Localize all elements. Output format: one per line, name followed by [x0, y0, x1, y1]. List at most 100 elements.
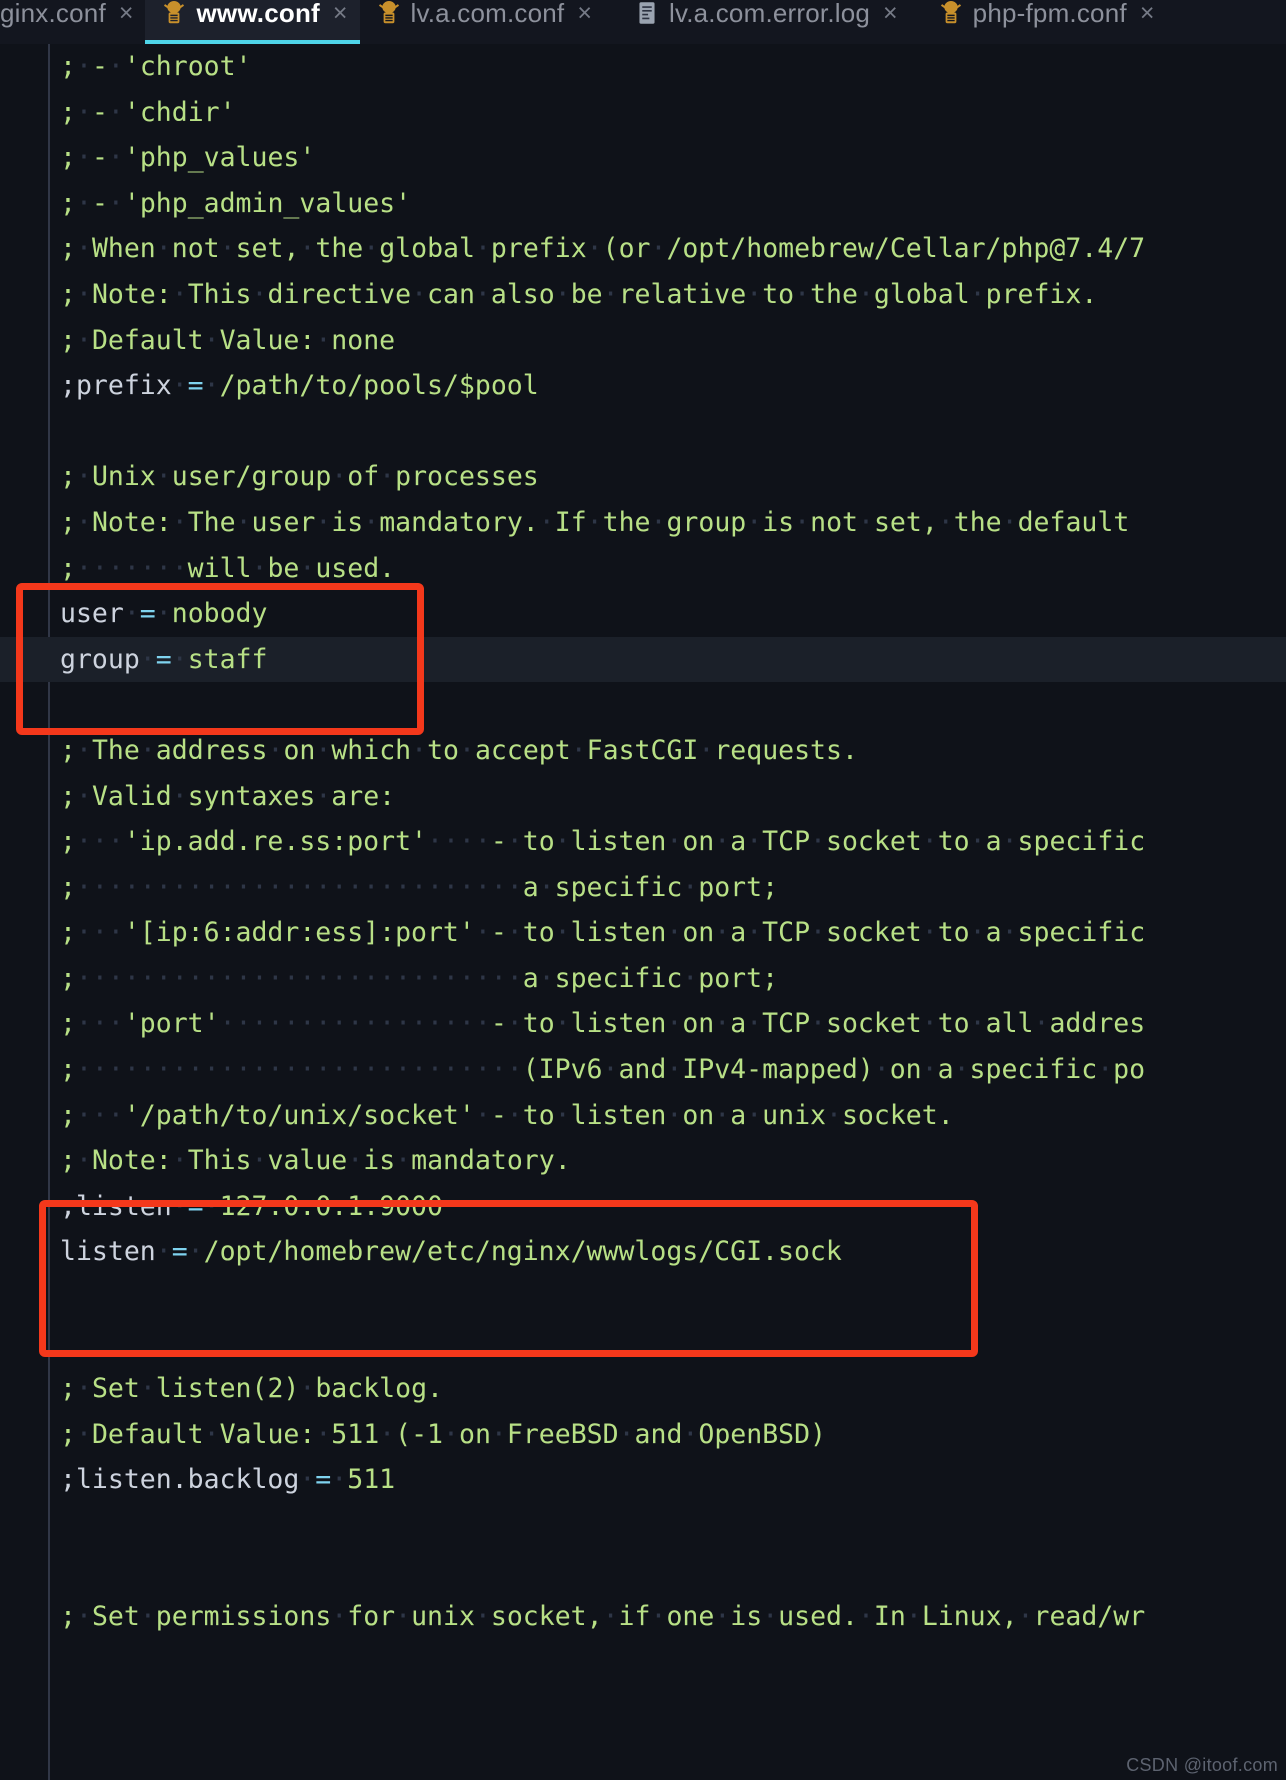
- code-line[interactable]: ;·Note:·This·value·is·mandatory.: [0, 1138, 1286, 1184]
- code-token: ;: [60, 461, 76, 493]
- whitespace-dot: ·: [75, 233, 92, 265]
- whitespace-dot: ·: [315, 780, 332, 812]
- whitespace-dot: ·: [650, 233, 667, 265]
- code-line[interactable]: ;·Set·permissions·for·unix·socket,·if·on…: [0, 1594, 1286, 1640]
- close-icon[interactable]: ×: [119, 0, 134, 26]
- code-token: not: [810, 506, 858, 538]
- code-line[interactable]: listen·=·/opt/homebrew/etc/nginx/wwwlogs…: [0, 1229, 1286, 1275]
- code-line[interactable]: ;·-·'php_admin_values': [0, 181, 1286, 227]
- close-icon[interactable]: ×: [333, 0, 348, 26]
- code-token: unix: [411, 1601, 475, 1633]
- code-token: ;: [60, 826, 76, 858]
- close-icon[interactable]: ×: [577, 0, 592, 26]
- code-line[interactable]: ;····························(IPv6·and·I…: [0, 1047, 1286, 1093]
- code-token: 'port': [123, 1008, 220, 1040]
- code-editor-surface[interactable]: ;·-·'chroot' ;·-·'chdir' ;·-·'php_values';…: [0, 44, 1286, 1780]
- code-line[interactable]: ;···'port'·················-·to·listen·o…: [0, 1001, 1286, 1047]
- code-line[interactable]: ;·-·'chroot': [0, 44, 1286, 90]
- code-token: one: [666, 1601, 715, 1633]
- whitespace-dot: ·: [921, 826, 938, 858]
- tab-www-conf[interactable]: www.conf ×: [145, 0, 360, 44]
- code-token: can: [427, 278, 475, 310]
- whitespace-dot: ·: [857, 506, 874, 538]
- code-token: ;: [60, 871, 76, 903]
- code-content[interactable]: ;·-·'chroot' ;·-·'chdir' ;·-·'php_values';…: [0, 44, 1286, 1640]
- whitespace-dot: ·: [698, 734, 715, 766]
- tab-bar: ginx.conf × www.conf × lv.a.com.conf × l…: [0, 0, 1286, 44]
- whitespace-dot: ·: [411, 734, 428, 766]
- code-line[interactable]: ;listen.backlog·=·511: [0, 1457, 1286, 1503]
- code-token: ;: [60, 1008, 76, 1040]
- code-line[interactable]: [0, 1275, 1286, 1321]
- code-line[interactable]: group·=·staff: [0, 636, 1286, 683]
- code-token: requests.: [714, 734, 858, 766]
- code-token: a: [730, 826, 747, 858]
- code-token: for: [347, 1601, 396, 1633]
- whitespace-dot: ·: [411, 278, 428, 310]
- code-line[interactable]: ;·When·not·set,·the·global·prefix·(or·/o…: [0, 226, 1286, 272]
- code-line[interactable]: ;·The·address·on·which·to·accept·FastCGI…: [0, 728, 1286, 774]
- code-line[interactable]: [0, 682, 1286, 728]
- tab-lv-a-com-error-log[interactable]: lv.a.com.error.log ×: [604, 0, 910, 44]
- code-line[interactable]: ;·Unix·user/group·of·processes: [0, 454, 1286, 500]
- code-token: listen: [570, 1099, 667, 1131]
- code-token: and: [618, 1054, 667, 1086]
- code-line[interactable]: ;·-·'php_values': [0, 135, 1286, 181]
- close-icon[interactable]: ×: [1140, 0, 1155, 26]
- code-line[interactable]: ;···'ip.add.re.ss:port'····-·to·listen·o…: [0, 819, 1286, 865]
- code-token: ;: [60, 552, 76, 584]
- code-token: global: [379, 233, 475, 265]
- code-token: is: [363, 1145, 396, 1177]
- whitespace-dot: ·: [474, 278, 491, 310]
- code-line[interactable]: ;·Default·Value:·511·(-1·on·FreeBSD·and·…: [0, 1412, 1286, 1458]
- code-line[interactable]: ;prefix·=·/path/to/pools/$pool: [0, 363, 1286, 409]
- whitespace-dot: ·: [810, 917, 827, 949]
- whitespace-dot: ·················: [219, 1008, 491, 1040]
- whitespace-dot: ·: [746, 1008, 763, 1040]
- code-line[interactable]: ;···'/path/to/unix/socket'·-·to·listen·o…: [0, 1093, 1286, 1139]
- code-line[interactable]: ;·Note:·This·directive·can·also·be·relat…: [0, 272, 1286, 318]
- close-icon[interactable]: ×: [883, 0, 898, 26]
- code-token: a: [522, 962, 539, 994]
- code-line[interactable]: ;·Set·listen(2)·backlog.: [0, 1366, 1286, 1412]
- tab-ginx-conf[interactable]: ginx.conf ×: [0, 0, 145, 44]
- code-token: prefix.: [985, 278, 1098, 310]
- whitespace-dot: ·: [75, 278, 92, 310]
- whitespace-dot: ·: [969, 917, 986, 949]
- whitespace-dot: ·: [75, 187, 92, 219]
- tab-lv-a-com-conf[interactable]: lv.a.com.conf ×: [360, 0, 604, 44]
- code-line[interactable]: [0, 409, 1286, 455]
- code-line[interactable]: ;·-·'chdir': [0, 90, 1286, 136]
- code-line[interactable]: ;·Valid·syntaxes·are:: [0, 774, 1286, 820]
- code-token: mandatory.: [411, 1145, 571, 1177]
- code-line[interactable]: user·=·nobody: [0, 591, 1286, 637]
- code-token: be: [267, 552, 300, 584]
- code-line[interactable]: ;·······will·be·used.: [0, 546, 1286, 592]
- code-line[interactable]: ;·Note:·The·user·is·mandatory.·If·the·gr…: [0, 500, 1286, 546]
- code-token: Note:: [91, 506, 172, 538]
- code-token: set,: [873, 506, 938, 538]
- tab-php-fpm-conf[interactable]: php-fpm.conf ×: [910, 0, 1167, 44]
- code-line[interactable]: ;···'[ip:6:addr:ess]:port'·-·to·listen·o…: [0, 910, 1286, 956]
- whitespace-dot: ·: [1001, 506, 1018, 538]
- code-line[interactable]: ;····························a·specific·…: [0, 956, 1286, 1002]
- code-token: socket: [826, 1008, 922, 1040]
- code-token: 'chroot': [123, 51, 252, 82]
- whitespace-dot: ·: [666, 826, 683, 858]
- whitespace-dot: ·: [857, 1601, 874, 1633]
- code-line[interactable]: ;····························a·specific·…: [0, 865, 1286, 911]
- code-token: '[ip:6:addr:ess]:port': [123, 917, 475, 949]
- whitespace-dot: ·: [746, 506, 763, 538]
- code-line[interactable]: [0, 1503, 1286, 1549]
- whitespace-dot: ·: [650, 1601, 667, 1633]
- whitespace-dot: ·: [139, 1373, 156, 1405]
- code-line[interactable]: ;·Default·Value:·none: [0, 318, 1286, 364]
- code-token: the: [810, 278, 858, 310]
- config-key: ;listen.backlog: [60, 1464, 300, 1496]
- whitespace-dot: ·: [251, 552, 268, 584]
- whitespace-dot: ·: [1001, 917, 1018, 949]
- code-line[interactable]: [0, 1549, 1286, 1595]
- code-line[interactable]: ;listen·=·127.0.0.1:9000: [0, 1184, 1286, 1230]
- whitespace-dot: ·: [171, 1145, 188, 1177]
- code-line[interactable]: [0, 1321, 1286, 1367]
